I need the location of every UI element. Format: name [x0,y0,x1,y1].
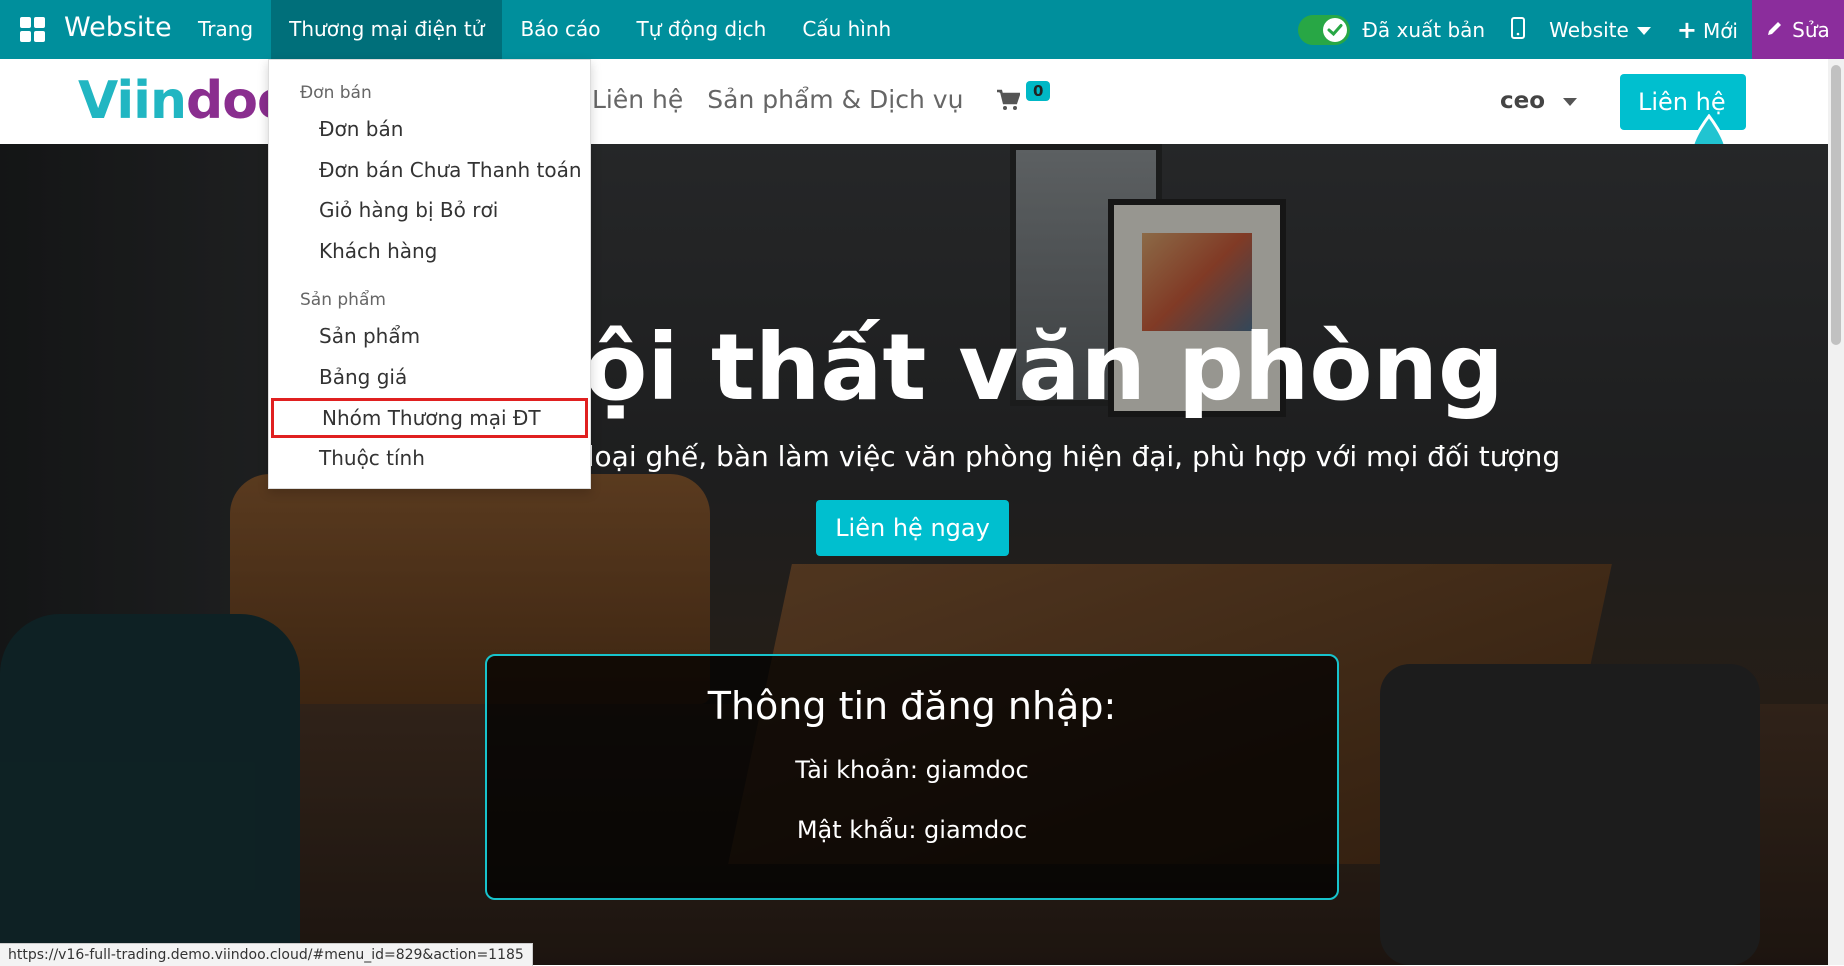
check-icon [1323,17,1348,42]
menu-bao-cao[interactable]: Báo cáo [502,0,618,59]
login-password: Mật khẩu: giamdoc [796,816,1028,844]
website-switcher-label: Website [1549,17,1629,42]
status-url-bar: https://v16-full-trading.demo.viindoo.cl… [0,943,533,966]
menu-thuong-mai-dien-tu[interactable]: Thương mại điện tử [271,0,503,59]
menu-tu-dong-dich[interactable]: Tự động dịch [619,0,785,59]
dropdown-item-don-ban-chua-thanh-toan[interactable]: Đơn bán Chưa Thanh toán [271,150,588,190]
apps-grid-icon[interactable] [20,17,46,43]
dropdown-item-gio-hang-bi-bo-roi[interactable]: Giỏ hàng bị Bỏ rơi [271,190,588,230]
edit-button[interactable]: Sửa [1752,0,1844,59]
mobile-preview-icon[interactable] [1511,16,1526,43]
user-name: ceo [1500,88,1546,114]
dropdown-header-don-ban: Đơn bán [300,83,372,103]
ecommerce-dropdown-menu: Đơn bán Đơn bán Đơn bán Chưa Thanh toán … [268,59,591,489]
site-nav-lien-he[interactable]: Liên hệ [592,85,683,114]
app-brand[interactable]: Website [64,12,172,43]
menu-cau-hinh[interactable]: Cấu hình [784,0,909,59]
chevron-down-icon [1636,27,1651,35]
website-switcher[interactable]: Website [1549,18,1651,42]
pencil-icon [1766,18,1784,42]
site-logo[interactable]: Viindoo [78,71,293,131]
login-info-box: Thông tin đăng nhập: Tài khoản: giamdoc … [485,654,1339,900]
dropdown-item-khach-hang[interactable]: Khách hàng [271,231,588,271]
user-menu[interactable]: ceo [1500,88,1578,114]
edit-label: Sửa [1792,17,1830,42]
dropdown-item-san-pham[interactable]: Sản phẩm [271,316,588,356]
plus-icon: + [1676,15,1697,44]
dropdown-item-don-ban[interactable]: Đơn bán [271,109,588,149]
login-info-title: Thông tin đăng nhập: [707,684,1117,728]
new-label: Mới [1702,18,1738,43]
dropdown-item-bang-gia[interactable]: Bảng giá [271,357,588,397]
dropdown-item-thuoc-tinh[interactable]: Thuộc tính [271,438,588,478]
top-menu: Trang Thương mại điện tử Báo cáo Tự động… [180,0,909,59]
cart-count-badge: 0 [1026,81,1051,101]
login-account: Tài khoản: giamdoc [795,756,1029,784]
dropdown-header-san-pham: Sản phẩm [300,290,386,310]
site-nav: Liên hệ Sản phẩm & Dịch vụ [592,85,987,114]
contact-now-button[interactable]: Liên hệ ngay [816,500,1009,556]
top-right-controls: Đã xuất bản Website + Mới Sửa [1298,0,1844,59]
page-scrollbar[interactable] [1828,59,1844,965]
site-nav-san-pham-dich-vu[interactable]: Sản phẩm & Dịch vụ [707,85,963,114]
cart-icon[interactable] [996,89,1021,115]
publish-toggle[interactable] [1298,14,1351,45]
scrollbar-thumb[interactable] [1831,65,1841,345]
menu-trang[interactable]: Trang [180,0,271,59]
new-button[interactable]: + Mới [1677,16,1738,44]
dropdown-item-nhom-thuong-mai-dt[interactable]: Nhóm Thương mại ĐT [271,398,588,438]
odoo-top-bar: Website Trang Thương mại điện tử Báo cáo… [0,0,1844,59]
chevron-down-icon [1563,97,1578,106]
published-label[interactable]: Đã xuất bản [1362,18,1485,42]
